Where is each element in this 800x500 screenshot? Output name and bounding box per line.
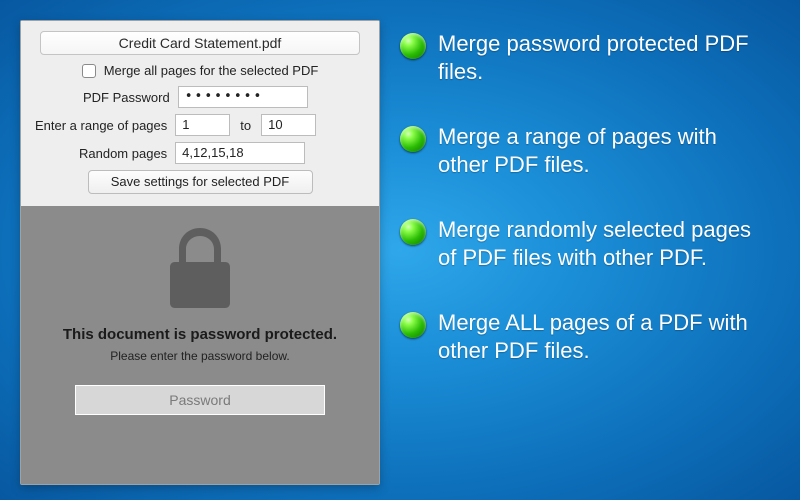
feature-item: Merge a range of pages with other PDF fi… <box>400 123 780 178</box>
merge-all-row: Merge all pages for the selected PDF <box>31 63 369 78</box>
bullet-icon <box>400 219 426 245</box>
unlock-password-input[interactable]: Password <box>75 385 325 415</box>
random-label: Random pages <box>79 146 167 161</box>
save-settings-button[interactable]: Save settings for selected PDF <box>88 170 313 194</box>
filename-pill[interactable]: Credit Card Statement.pdf <box>40 31 360 55</box>
merge-all-label: Merge all pages for the selected PDF <box>104 63 319 78</box>
range-to-input[interactable]: 10 <box>261 114 316 136</box>
range-label: Enter a range of pages <box>35 118 167 133</box>
feature-item: Merge password protected PDF files. <box>400 30 780 85</box>
protected-title: This document is password protected. <box>63 326 337 343</box>
random-row: Random pages 4,12,15,18 <box>31 142 369 164</box>
random-input[interactable]: 4,12,15,18 <box>175 142 305 164</box>
bullet-icon <box>400 312 426 338</box>
pdf-password-input[interactable]: •••••••• <box>178 86 308 108</box>
locked-area: This document is password protected. Ple… <box>21 206 379 484</box>
feature-text: Merge a range of pages with other PDF fi… <box>438 123 768 178</box>
pdf-password-label: PDF Password <box>83 90 170 105</box>
settings-panel: Credit Card Statement.pdf Merge all page… <box>20 20 380 485</box>
settings-panel-top: Credit Card Statement.pdf Merge all page… <box>21 21 379 206</box>
merge-all-checkbox[interactable] <box>82 64 96 78</box>
feature-item: Merge randomly selected pages of PDF fil… <box>400 216 780 271</box>
feature-text: Merge randomly selected pages of PDF fil… <box>438 216 768 271</box>
bullet-icon <box>400 126 426 152</box>
range-from-input[interactable]: 1 <box>175 114 230 136</box>
range-row: Enter a range of pages 1 to 10 <box>31 114 369 136</box>
pdf-password-row: PDF Password •••••••• <box>31 86 369 108</box>
feature-list: Merge password protected PDF files. Merg… <box>400 30 780 364</box>
feature-text: Merge ALL pages of a PDF with other PDF … <box>438 309 768 364</box>
bullet-icon <box>400 33 426 59</box>
feature-item: Merge ALL pages of a PDF with other PDF … <box>400 309 780 364</box>
protected-subtitle: Please enter the password below. <box>110 349 289 363</box>
lock-icon <box>163 224 237 312</box>
range-to-label: to <box>240 118 251 133</box>
feature-text: Merge password protected PDF files. <box>438 30 768 85</box>
